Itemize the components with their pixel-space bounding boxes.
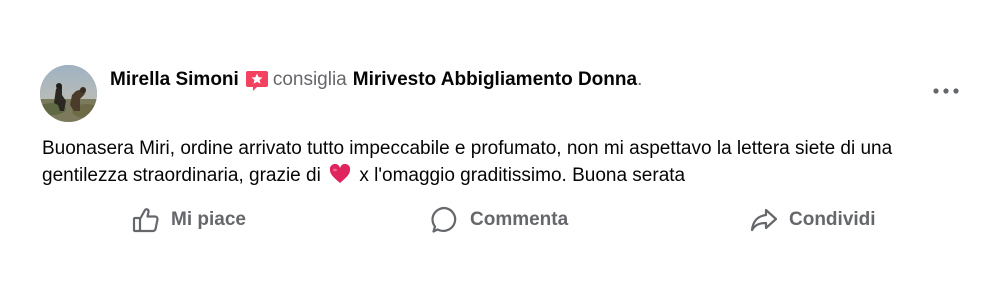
- comment-button[interactable]: Commenta: [430, 200, 568, 240]
- thumbs-up-icon: [131, 205, 161, 235]
- post-actions-bar: Mi piace Commenta Condividi: [0, 200, 1000, 240]
- recommendation-star-icon: [245, 69, 269, 93]
- speech-bubble-icon: [430, 205, 460, 235]
- avatar[interactable]: [40, 65, 97, 122]
- like-label: Mi piace: [171, 209, 246, 230]
- page-name-link[interactable]: Mirivesto Abbigliamento Donna: [353, 69, 637, 91]
- author-name[interactable]: Mirella Simoni: [110, 69, 239, 91]
- heart-emoji-icon: [329, 163, 351, 184]
- share-arrow-icon: [749, 205, 779, 235]
- share-label: Condividi: [789, 209, 876, 230]
- like-button[interactable]: Mi piace: [131, 200, 246, 240]
- comment-label: Commenta: [470, 209, 569, 230]
- recommendation-post: Mirella Simoni consiglia Mirivesto Abbig…: [0, 0, 1000, 300]
- ellipsis-icon: [933, 88, 959, 94]
- post-text-part2: x l'omaggio graditissimo. Buona serata: [359, 165, 686, 186]
- share-button[interactable]: Condividi: [749, 200, 876, 240]
- post-body-text: Buonasera Miri, ordine arrivato tutto im…: [42, 135, 972, 189]
- recommend-verb: consiglia: [272, 69, 347, 90]
- more-options-button[interactable]: [928, 80, 964, 102]
- post-header: Mirella Simoni consiglia Mirivesto Abbig…: [110, 66, 642, 94]
- header-period: .: [637, 69, 643, 90]
- avatar-photo: [40, 65, 97, 122]
